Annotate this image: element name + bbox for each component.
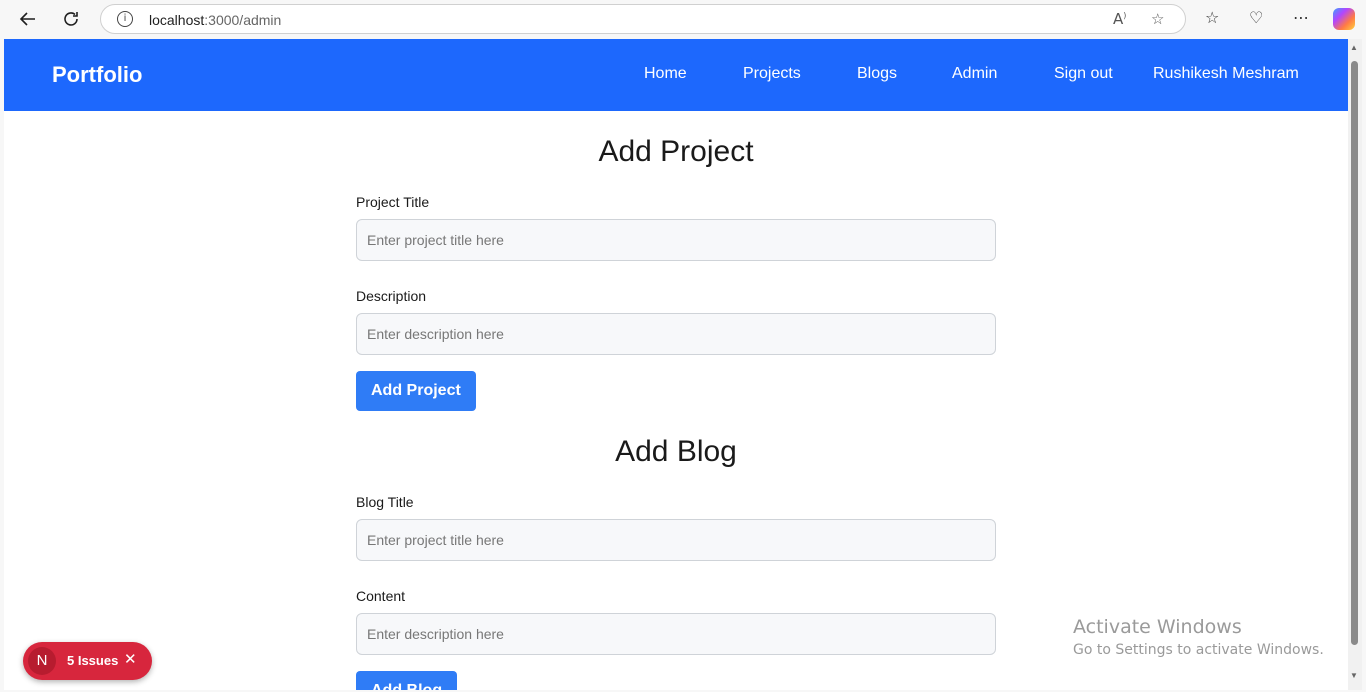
nextjs-logo-icon: N: [28, 647, 56, 675]
url-text: localhost:3000/admin: [149, 12, 281, 28]
scroll-up-icon[interactable]: ▲: [1350, 43, 1358, 52]
address-bar[interactable]: i localhost:3000/admin A) ☆: [100, 4, 1186, 34]
page-viewport: Portfolio Home Projects Blogs Admin Sign…: [4, 39, 1348, 690]
nav-link-projects[interactable]: Projects: [743, 65, 801, 83]
scroll-thumb[interactable]: [1351, 61, 1358, 645]
close-icon[interactable]: ✕: [124, 650, 137, 668]
nav-link-blogs[interactable]: Blogs: [857, 65, 897, 83]
url-path: :3000/admin: [204, 12, 282, 28]
more-icon[interactable]: ⋯: [1293, 8, 1309, 27]
issues-count[interactable]: 5 Issues: [67, 653, 118, 668]
brand-logo[interactable]: Portfolio: [52, 62, 142, 88]
nav-link-admin[interactable]: Admin: [952, 65, 997, 83]
add-blog-button[interactable]: Add Blog: [356, 671, 458, 690]
activation-watermark-title: Activate Windows: [1073, 616, 1242, 638]
scroll-down-icon[interactable]: ▼: [1350, 671, 1358, 680]
refresh-icon[interactable]: [56, 5, 86, 33]
add-project-heading: Add Project: [598, 135, 754, 168]
site-navbar: Portfolio Home Projects Blogs Admin Sign…: [4, 39, 1348, 111]
favorites-icon[interactable]: ☆: [1205, 8, 1219, 27]
project-title-label: Project Title: [356, 194, 430, 210]
add-project-button[interactable]: Add Project: [356, 371, 476, 411]
issues-badge[interactable]: N 5 Issues ✕: [23, 642, 152, 680]
blog-content-input[interactable]: [356, 613, 996, 655]
project-description-label: Description: [356, 288, 427, 304]
url-host: localhost: [149, 12, 205, 28]
add-blog-heading: Add Blog: [615, 435, 737, 468]
read-aloud-icon[interactable]: A): [1113, 10, 1126, 28]
blog-content-label: Content: [356, 588, 406, 604]
browser-essentials-icon[interactable]: ♡: [1249, 8, 1263, 27]
nav-link-user[interactable]: Rushikesh Meshram: [1153, 65, 1299, 83]
info-icon[interactable]: i: [117, 11, 133, 27]
nav-link-home[interactable]: Home: [644, 65, 687, 83]
scrollbar[interactable]: ▲ ▼: [1348, 39, 1362, 690]
browser-toolbar: i localhost:3000/admin A) ☆ ☆ ♡ ⋯: [0, 0, 1366, 39]
back-arrow-icon[interactable]: [13, 5, 43, 33]
copilot-icon[interactable]: [1333, 8, 1355, 30]
nav-link-sign-out[interactable]: Sign out: [1054, 65, 1113, 83]
blog-title-label: Blog Title: [356, 494, 414, 510]
blog-title-input[interactable]: [356, 519, 996, 561]
activation-watermark-subtitle: Go to Settings to activate Windows.: [1073, 642, 1324, 658]
project-description-input[interactable]: [356, 313, 996, 355]
favorite-star-icon[interactable]: ☆: [1151, 10, 1164, 28]
project-title-input[interactable]: [356, 219, 996, 261]
